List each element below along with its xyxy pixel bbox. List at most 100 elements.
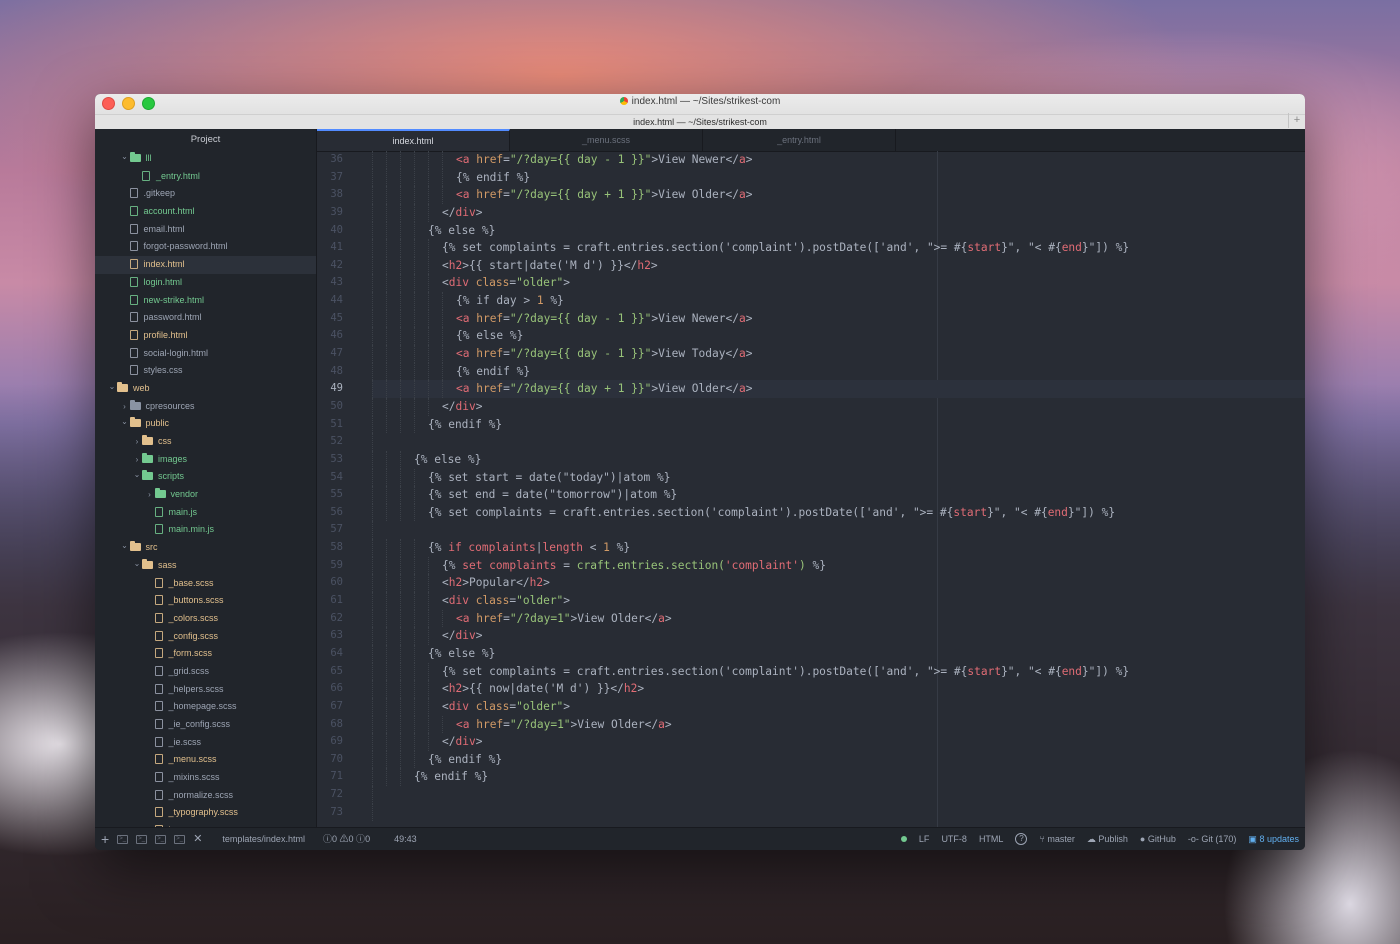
line-number[interactable]: 43	[317, 274, 365, 292]
line-number[interactable]: 51	[317, 416, 365, 434]
code-line[interactable]: </div>	[372, 397, 1305, 416]
updates-button[interactable]: ▣ 8 updates	[1248, 828, 1299, 850]
close-icon[interactable]: ✕	[193, 828, 202, 850]
code-line[interactable]: <h2>Popular</h2>	[372, 574, 1305, 593]
code-line[interactable]: <div class="older">	[372, 274, 1305, 293]
code-line[interactable]: {% endif %}	[372, 768, 1305, 787]
code-line[interactable]: {% set complaints = craft.entries.sectio…	[372, 239, 1305, 257]
code-line[interactable]: {% set complaints = craft.entries.sectio…	[372, 662, 1305, 681]
code-line[interactable]: <a href="/?day=1">View Older</a>	[372, 609, 1305, 628]
code-line[interactable]: {% endif %}	[372, 415, 1305, 434]
code-area[interactable]: 36 37 38 39 40 41 42 43 44 45 46 47 48 49 50 51 52 53 54 55…	[317, 151, 1305, 828]
tree-folder[interactable]: ⌄ web	[95, 380, 316, 398]
code-line[interactable]: {% endif %}	[372, 168, 1305, 187]
line-number[interactable]: 63	[317, 627, 365, 645]
tree-folder[interactable]: ⌄ src	[95, 539, 316, 557]
line-number[interactable]: 69	[317, 733, 365, 751]
line-number[interactable]: 58	[317, 539, 365, 557]
line-number[interactable]: 44	[317, 292, 365, 310]
code-line[interactable]: {% set complaints = craft.entries.sectio…	[372, 503, 1305, 522]
new-tab-button[interactable]: +	[1288, 113, 1305, 128]
tree-folder[interactable]: › css	[95, 433, 316, 451]
terminal-icon[interactable]: >_	[174, 834, 186, 844]
tree-file[interactable]: _ie.scss	[95, 734, 316, 752]
tree-file[interactable]: _base.scss	[95, 575, 316, 593]
chevron-down-icon[interactable]: ⌄	[120, 537, 130, 555]
line-number[interactable]: 71	[317, 768, 365, 786]
code-line[interactable]: {% set start = date("today")|atom %}	[372, 468, 1305, 487]
code-line[interactable]: {% else %}	[372, 327, 1305, 346]
line-number[interactable]: 66	[317, 680, 365, 698]
tree-file[interactable]: _colors.scss	[95, 610, 316, 628]
code-lines[interactable]: <a href="/?day={{ day - 1 }}">View Newer…	[372, 151, 1305, 822]
code-line[interactable]: <a href="/?day={{ day + 1 }}">View Older…	[372, 186, 1305, 204]
line-number[interactable]: 64	[317, 645, 365, 663]
line-number[interactable]: 60	[317, 574, 365, 592]
line-number[interactable]: 73	[317, 804, 365, 822]
tree-file[interactable]: profile.html	[95, 327, 316, 345]
publish-button[interactable]: ☁ Publish	[1087, 828, 1128, 850]
line-number[interactable]: 61	[317, 592, 365, 610]
chevron-down-icon[interactable]: ⌄	[107, 378, 117, 396]
code-line[interactable]: <div class="older">	[372, 592, 1305, 610]
line-number[interactable]: 59	[317, 557, 365, 575]
tree-file[interactable]: account.html	[95, 203, 316, 221]
code-line[interactable]: {% set complaints = craft.entries.sectio…	[372, 556, 1305, 575]
line-number[interactable]: 52	[317, 433, 365, 451]
line-ending[interactable]: LF	[919, 828, 930, 850]
code-line[interactable]	[372, 803, 1305, 822]
git-button[interactable]: -o- Git (170)	[1188, 828, 1237, 850]
tree-file[interactable]: new-strike.html	[95, 292, 316, 310]
line-number[interactable]: 40	[317, 222, 365, 240]
tree-file[interactable]: _config.scss	[95, 628, 316, 646]
code-line[interactable]: {% endif %}	[372, 750, 1305, 769]
code-line[interactable]: {% if day > 1 %}	[372, 292, 1305, 310]
tree-file[interactable]: social-login.html	[95, 345, 316, 363]
code-line[interactable]: <a href="/?day={{ day - 1 }}">View Today…	[372, 345, 1305, 363]
line-number[interactable]: 45	[317, 310, 365, 328]
line-number[interactable]: 36	[317, 151, 365, 169]
line-number[interactable]: 70	[317, 751, 365, 769]
add-icon[interactable]: +	[101, 828, 109, 850]
code-line[interactable]: {% else %}	[372, 450, 1305, 469]
tree-folder[interactable]: ⌄ lll	[95, 150, 316, 168]
line-number[interactable]: 39	[317, 204, 365, 222]
code-line[interactable]	[372, 521, 1305, 540]
tree-file[interactable]: .gitkeep	[95, 185, 316, 203]
tree-file[interactable]: _menu.scss	[95, 751, 316, 769]
tree-file[interactable]: _mixins.scss	[95, 769, 316, 787]
line-number[interactable]: 37	[317, 169, 365, 187]
tree-file[interactable]: main.js	[95, 504, 316, 522]
line-number[interactable]: 53	[317, 451, 365, 469]
cursor-position[interactable]: 49:43	[394, 828, 417, 850]
line-number[interactable]: 41	[317, 239, 365, 257]
tree-file[interactable]: styles.css	[95, 362, 316, 380]
file-path[interactable]: templates/index.html	[222, 828, 305, 850]
tree-file[interactable]: index.html	[95, 256, 316, 274]
line-number[interactable]: 46	[317, 327, 365, 345]
chevron-down-icon[interactable]: ⌄	[120, 148, 130, 166]
code-line[interactable]: <a href="/?day={{ day - 1 }}">View Newer…	[372, 309, 1305, 328]
tree-file[interactable]: _normalize.scss	[95, 787, 316, 805]
encoding[interactable]: UTF-8	[941, 828, 967, 850]
grammar[interactable]: HTML	[979, 828, 1004, 850]
tree-file[interactable]: _typography.scss	[95, 804, 316, 822]
git-branch[interactable]: ⑂ master	[1039, 828, 1074, 850]
chevron-right-icon[interactable]: ›	[132, 433, 142, 451]
tree-file[interactable]: _ie_config.scss	[95, 716, 316, 734]
diagnostics[interactable]: ⓘ0 ⚠0 ⓘ0	[323, 828, 370, 850]
code-line[interactable]: {% else %}	[372, 644, 1305, 663]
line-number[interactable]: 42	[317, 257, 365, 275]
tree-file[interactable]: email.html	[95, 221, 316, 239]
tree-file[interactable]: _buttons.scss	[95, 592, 316, 610]
chevron-down-icon[interactable]: ⌄	[120, 413, 130, 431]
line-number[interactable]: 55	[317, 486, 365, 504]
line-number[interactable]: 57	[317, 521, 365, 539]
code-line[interactable]: <h2>{{ start|date('M d') }}</h2>	[372, 256, 1305, 275]
tree-folder[interactable]: ⌄ public	[95, 415, 316, 433]
code-line[interactable]: <a href="/?day={{ day - 1 }}">View Newer…	[372, 151, 1305, 169]
tree-folder[interactable]: › vendor	[95, 486, 316, 504]
tree-folder[interactable]: ⌄ scripts	[95, 468, 316, 486]
tree-file[interactable]: _entry.html	[95, 168, 316, 186]
chevron-down-icon[interactable]: ⌄	[132, 555, 142, 573]
